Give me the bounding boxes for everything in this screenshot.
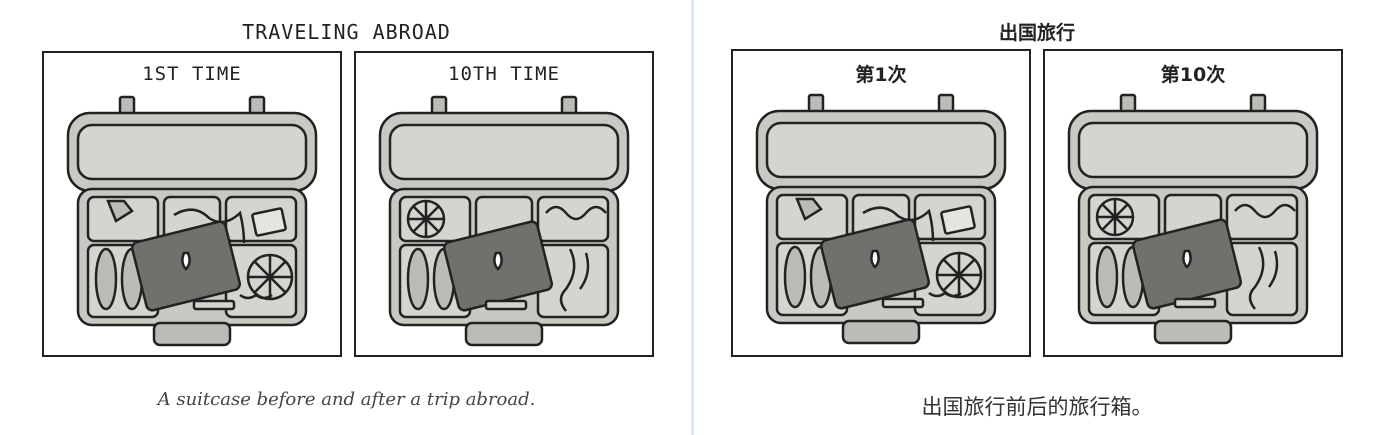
comic-caption: A suitcase before and after a trip abroa…	[157, 389, 536, 410]
panel-tenth-time: 第10次	[1043, 49, 1343, 357]
english-comic: TRAVELING ABROAD 1ST TIME 10TH TIME A su…	[0, 0, 693, 435]
panel-first-time: 1ST TIME	[42, 51, 342, 357]
suitcase-before-icon	[66, 95, 318, 347]
panel-first-time: 第1次	[731, 49, 1031, 357]
chinese-comic: 出国旅行 第1次 第10次 出国旅行前后的旅行箱。	[694, 0, 1380, 435]
panel-tenth-time: 10TH TIME	[354, 51, 654, 357]
comic-title: TRAVELING ABROAD	[242, 20, 451, 44]
suitcase-after-icon	[1067, 93, 1319, 345]
suitcase-before-icon	[755, 93, 1007, 345]
comic-title: 出国旅行	[998, 22, 1075, 44]
suitcase-after-icon	[378, 95, 630, 347]
comic-caption: 出国旅行前后的旅行箱。	[921, 395, 1153, 419]
